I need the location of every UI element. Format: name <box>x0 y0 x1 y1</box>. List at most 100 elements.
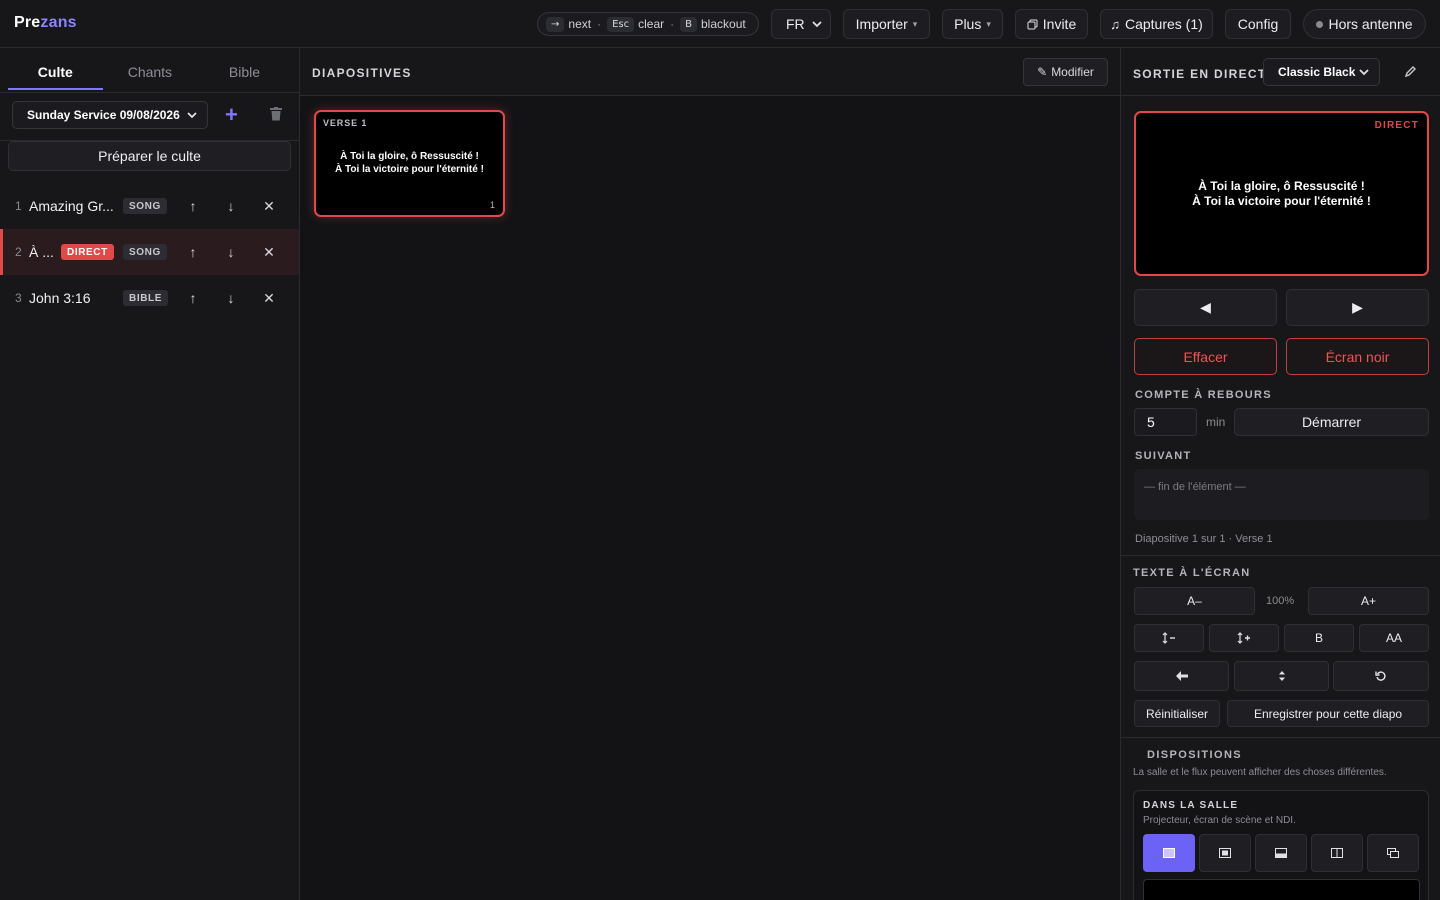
rotate-button[interactable] <box>1333 661 1429 691</box>
layout-full-button[interactable] <box>1143 834 1195 872</box>
copy-icon <box>1027 19 1038 29</box>
clear-button[interactable]: Effacer <box>1134 338 1277 375</box>
section-divider <box>1121 737 1440 738</box>
invite-button[interactable]: Invite <box>1015 9 1088 39</box>
dropdown-caret-icon: ▾ <box>986 18 991 29</box>
add-service-icon[interactable]: + <box>225 102 238 128</box>
shortcut-key-clear: Esc <box>607 16 635 32</box>
slide-thumbnail-live[interactable]: VERSE 1 À Toi la gloire, ô Ressuscité ! … <box>314 110 505 217</box>
service-panel: Culte Chants Bible Sunday Service 09/08/… <box>0 48 300 900</box>
app-root: Prezans → next · Esc clear · B blackout FR… <box>0 0 1440 900</box>
blackout-button[interactable]: Écran noir <box>1286 338 1429 375</box>
item-number: 3 <box>15 291 22 305</box>
logo-part-1: Pre <box>14 14 41 31</box>
countdown-minutes-input[interactable]: 5 <box>1134 408 1197 436</box>
save-for-slide-button[interactable]: Enregistrer pour cette diapo <box>1227 700 1429 727</box>
layout-full-icon <box>1163 848 1175 858</box>
tab-chants[interactable]: Chants <box>103 56 198 90</box>
live-badge: DIRECT <box>61 244 114 260</box>
slide-text: À Toi la gloire, ô Ressuscité ! À Toi la… <box>316 150 503 176</box>
layout-center-button[interactable] <box>1199 834 1251 872</box>
item-type-badge: SONG <box>123 244 167 260</box>
room-output-box: DANS LA SALLE Projecteur, écran de scène… <box>1133 790 1429 900</box>
service-name: Sunday Service 09/08/2026 <box>27 108 180 122</box>
import-label: Importer <box>855 16 908 32</box>
vertical-position-button[interactable] <box>1234 661 1329 691</box>
line-height-decrease-button[interactable] <box>1134 624 1204 652</box>
pencil-icon[interactable] <box>1404 64 1418 78</box>
prepare-service-button[interactable]: Préparer le culte <box>8 141 291 171</box>
uppercase-button[interactable]: AA <box>1359 624 1429 652</box>
next-title: SUIVANT <box>1135 450 1192 462</box>
line-height-increase-icon <box>1237 632 1250 644</box>
status-label: Hors antenne <box>1328 16 1413 32</box>
app-logo: Prezans <box>14 14 77 32</box>
close-icon[interactable]: ✕ <box>261 198 277 214</box>
service-item[interactable]: 3 John 3:16 BIBLE ↑ ↓ ✕ <box>0 275 299 321</box>
item-number: 2 <box>15 245 22 259</box>
line-height-increase-button[interactable] <box>1209 624 1279 652</box>
language-select[interactable]: FR <box>771 9 831 39</box>
chevron-down-icon <box>187 111 197 118</box>
arrow-down-icon[interactable]: ↓ <box>223 290 239 306</box>
top-bar: Prezans → next · Esc clear · B blackout FR… <box>0 0 1440 48</box>
item-type-badge: BIBLE <box>123 290 168 306</box>
vertical-arrows-icon <box>1278 671 1285 681</box>
reset-text-button[interactable]: Réinitialiser <box>1134 700 1220 727</box>
service-item-live[interactable]: 2 À ... DIRECT SONG ↑ ↓ ✕ <box>0 229 299 275</box>
slides-title: DIAPOSITIVES <box>312 66 412 80</box>
trash-icon[interactable] <box>270 107 282 121</box>
next-preview: — fin de l'élément — <box>1134 469 1429 520</box>
live-badge: DIRECT <box>1374 120 1419 131</box>
font-smaller-button[interactable]: A– <box>1134 587 1255 615</box>
tab-bible[interactable]: Bible <box>197 56 292 90</box>
align-left-button[interactable] <box>1134 661 1229 691</box>
more-button[interactable]: Plus ▾ <box>942 9 1003 39</box>
arrow-down-icon[interactable]: ↓ <box>223 244 239 260</box>
service-select[interactable]: Sunday Service 09/08/2026 <box>12 101 208 129</box>
room-description: Projecteur, écran de scène et NDI. <box>1143 815 1296 826</box>
shortcut-label-blackout: blackout <box>701 17 746 31</box>
rotate-icon <box>1375 671 1386 681</box>
arrow-up-icon[interactable]: ↑ <box>185 290 201 306</box>
keyboard-shortcuts-hint: → next · Esc clear · B blackout <box>537 12 759 36</box>
config-button[interactable]: Config <box>1225 9 1291 39</box>
live-output-header: SORTIE EN DIRECT Classic Black <box>1121 48 1440 96</box>
captures-label: Captures (1) <box>1124 16 1203 32</box>
arrow-down-icon[interactable]: ↓ <box>223 198 239 214</box>
layout-lower-third-button[interactable] <box>1255 834 1307 872</box>
status-dot-icon <box>1316 20 1324 28</box>
live-output-title: SORTIE EN DIRECT <box>1133 67 1267 81</box>
arrow-up-icon[interactable]: ↑ <box>185 198 201 214</box>
slides-header: DIAPOSITIVES ✎ Modifier <box>300 48 1120 96</box>
modify-button[interactable]: ✎ Modifier <box>1023 58 1108 86</box>
room-title: DANS LA SALLE <box>1143 800 1239 811</box>
previous-slide-button[interactable]: ◀ <box>1134 289 1277 326</box>
layout-overlay-button[interactable] <box>1367 834 1419 872</box>
bold-button[interactable]: B <box>1284 624 1354 652</box>
slide-index: 1 <box>489 200 495 210</box>
broadcast-status[interactable]: Hors antenne <box>1303 9 1426 39</box>
layout-split-icon <box>1331 848 1343 858</box>
tab-culte[interactable]: Culte <box>8 56 103 90</box>
section-divider <box>1121 555 1440 556</box>
logo-part-2: zans <box>40 14 77 31</box>
close-icon[interactable]: ✕ <box>261 244 277 260</box>
close-icon[interactable]: ✕ <box>261 290 277 306</box>
service-item-list: 1 Amazing Gr... SONG ↑ ↓ ✕ 2 À ... DIREC… <box>0 183 299 321</box>
item-title: John 3:16 <box>29 290 91 306</box>
countdown-start-button[interactable]: Démarrer <box>1234 408 1429 436</box>
arrow-up-icon[interactable]: ↑ <box>185 244 201 260</box>
import-button[interactable]: Importer ▾ <box>843 9 930 39</box>
shortcut-key-next: → <box>546 16 565 32</box>
line-height-decrease-icon <box>1162 632 1175 644</box>
item-title: À ... <box>29 244 54 260</box>
live-output-panel: SORTIE EN DIRECT Classic Black DIRECT À … <box>1120 48 1440 900</box>
room-preview <box>1143 879 1420 900</box>
font-bigger-button[interactable]: A+ <box>1308 587 1429 615</box>
captures-button[interactable]: ♫ Captures (1) <box>1100 9 1213 39</box>
layout-split-button[interactable] <box>1311 834 1363 872</box>
theme-select[interactable]: Classic Black <box>1263 58 1380 86</box>
next-slide-button[interactable]: ▶ <box>1286 289 1429 326</box>
service-item[interactable]: 1 Amazing Gr... SONG ↑ ↓ ✕ <box>0 183 299 229</box>
